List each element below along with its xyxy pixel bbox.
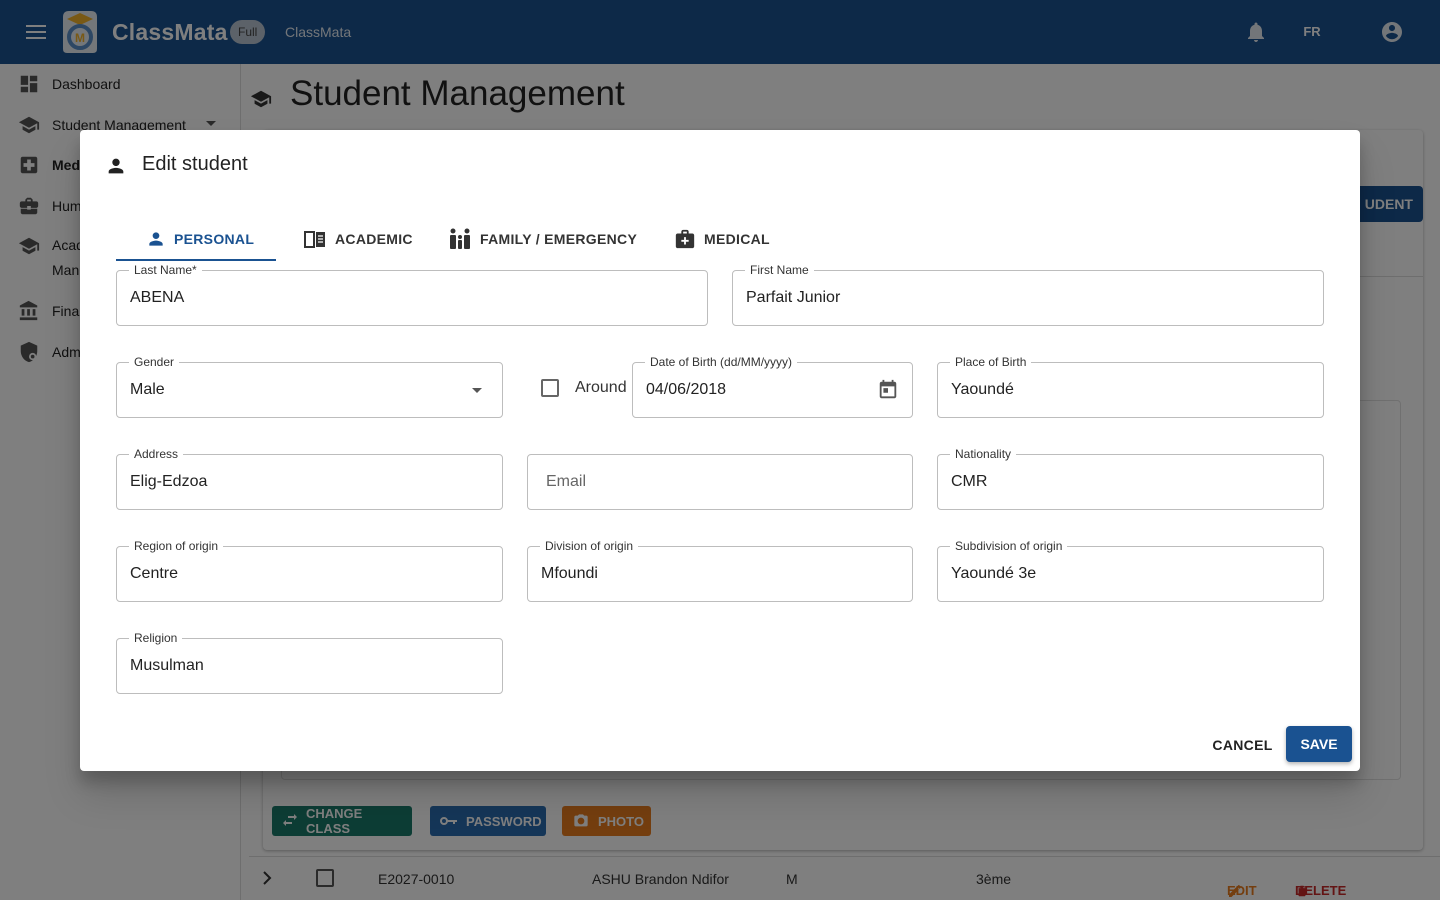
tab-medical-label: MEDICAL bbox=[704, 231, 770, 247]
dob-value: 04/06/2018 bbox=[646, 381, 727, 398]
tab-medical[interactable]: MEDICAL bbox=[674, 216, 770, 262]
place-of-birth-value: Yaoundé bbox=[951, 381, 1014, 398]
last-name-label: Last Name* bbox=[129, 262, 202, 278]
person-icon bbox=[146, 229, 166, 249]
cancel-button[interactable]: CANCEL bbox=[1200, 727, 1285, 763]
religion-field[interactable]: Religion Musulman bbox=[116, 630, 503, 694]
nationality-field[interactable]: Nationality CMR bbox=[937, 446, 1324, 510]
division-value: Mfoundi bbox=[541, 565, 598, 582]
tab-family-label: FAMILY / EMERGENCY bbox=[480, 231, 638, 247]
gender-value: Male bbox=[130, 381, 165, 398]
dropdown-arrow-icon bbox=[471, 387, 483, 395]
first-name-field[interactable]: First Name Parfait Junior bbox=[732, 262, 1324, 326]
nationality-value: CMR bbox=[951, 473, 988, 490]
dialog-title: Edit student bbox=[142, 153, 248, 175]
subdivision-of-origin-field[interactable]: Subdivision of origin Yaoundé 3e bbox=[937, 538, 1324, 602]
around-label: Around bbox=[575, 379, 627, 396]
place-of-birth-label: Place of Birth bbox=[950, 354, 1032, 370]
gender-label: Gender bbox=[129, 354, 180, 370]
edit-student-dialog: Edit student PERSONAL ACADEMIC FAMILY / … bbox=[80, 130, 1360, 771]
tab-personal-label: PERSONAL bbox=[174, 231, 255, 247]
tab-academic-label: ACADEMIC bbox=[335, 231, 413, 247]
book-icon bbox=[303, 229, 327, 249]
religion-label: Religion bbox=[129, 630, 183, 646]
division-of-origin-field[interactable]: Division of origin Mfoundi bbox=[527, 538, 913, 602]
address-value: Elig-Edzoa bbox=[130, 473, 208, 490]
person-icon bbox=[105, 155, 127, 177]
subdivision-value: Yaoundé 3e bbox=[951, 565, 1037, 582]
last-name-field[interactable]: Last Name* ABENA bbox=[116, 262, 708, 326]
religion-value: Musulman bbox=[130, 657, 204, 674]
tab-personal[interactable]: PERSONAL bbox=[146, 216, 254, 262]
date-of-birth-field[interactable]: Date of Birth (dd/MM/yyyy) 04/06/2018 bbox=[632, 354, 913, 418]
around-checkbox[interactable] bbox=[541, 379, 559, 397]
subdivision-label: Subdivision of origin bbox=[950, 538, 1068, 554]
gender-select[interactable]: Gender Male bbox=[116, 354, 503, 418]
save-button[interactable]: SAVE bbox=[1286, 726, 1352, 762]
medical-bag-icon bbox=[674, 228, 696, 250]
tab-academic[interactable]: ACADEMIC bbox=[303, 216, 413, 262]
first-name-value: Parfait Junior bbox=[746, 289, 841, 306]
division-label: Division of origin bbox=[540, 538, 639, 554]
email-placeholder: Email bbox=[546, 473, 587, 490]
region-label: Region of origin bbox=[129, 538, 224, 554]
place-of-birth-field[interactable]: Place of Birth Yaoundé bbox=[937, 354, 1324, 418]
calendar-icon[interactable] bbox=[877, 379, 899, 401]
tab-family-emergency[interactable]: FAMILY / EMERGENCY bbox=[448, 216, 637, 262]
region-of-origin-field[interactable]: Region of origin Centre bbox=[116, 538, 503, 602]
last-name-value: ABENA bbox=[130, 289, 185, 306]
active-tab-indicator bbox=[116, 259, 276, 261]
address-label: Address bbox=[129, 446, 184, 462]
nationality-label: Nationality bbox=[950, 446, 1017, 462]
dob-label: Date of Birth (dd/MM/yyyy) bbox=[645, 354, 798, 370]
first-name-label: First Name bbox=[745, 262, 814, 278]
email-field[interactable]: Email bbox=[527, 454, 913, 510]
address-field[interactable]: Address Elig-Edzoa bbox=[116, 446, 503, 510]
family-icon bbox=[448, 228, 472, 250]
region-value: Centre bbox=[130, 565, 179, 582]
